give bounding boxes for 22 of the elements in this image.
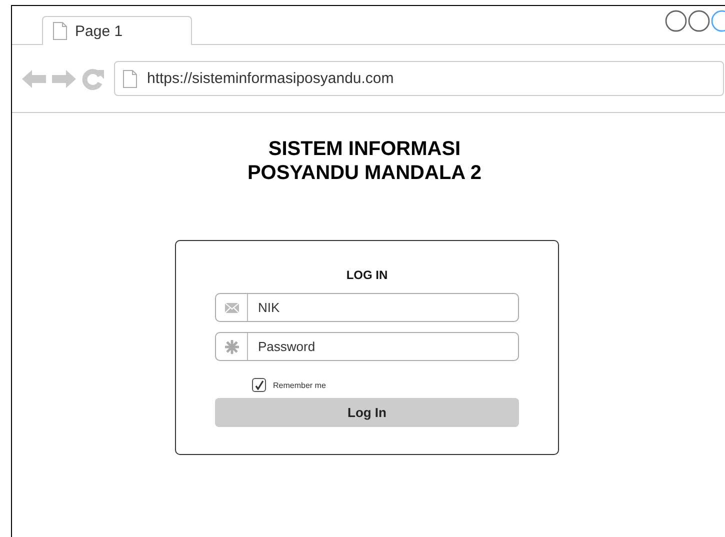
window-control-icon[interactable] — [688, 10, 710, 32]
login-title: LOG IN — [346, 268, 388, 282]
back-icon[interactable] — [22, 68, 46, 88]
envelope-icon — [224, 302, 238, 312]
input-text[interactable]: Password — [248, 333, 518, 360]
input-text[interactable]: NIK — [248, 294, 518, 321]
asterisk-icon — [224, 340, 238, 354]
input-field[interactable]: Password — [215, 332, 519, 361]
login-button[interactable]: Log In — [215, 398, 519, 427]
page-icon — [53, 22, 67, 40]
browser-tab[interactable]: Page 1 — [42, 16, 192, 45]
remember-label: Remember me — [273, 380, 326, 390]
window-control-icon[interactable] — [665, 10, 687, 32]
reload-icon[interactable] — [82, 68, 104, 90]
page-title: POSYANDU MANDALA 2 — [247, 161, 482, 185]
page-title: SISTEM INFORMASI — [268, 137, 461, 161]
forward-icon[interactable] — [52, 68, 76, 88]
remember-checkbox[interactable] — [252, 378, 266, 392]
url-text: https://sisteminformasiposyandu.com — [147, 70, 394, 87]
input-field[interactable]: NIK — [215, 293, 519, 322]
address-field[interactable]: https://sisteminformasiposyandu.com — [114, 61, 724, 96]
page-icon — [123, 70, 137, 88]
